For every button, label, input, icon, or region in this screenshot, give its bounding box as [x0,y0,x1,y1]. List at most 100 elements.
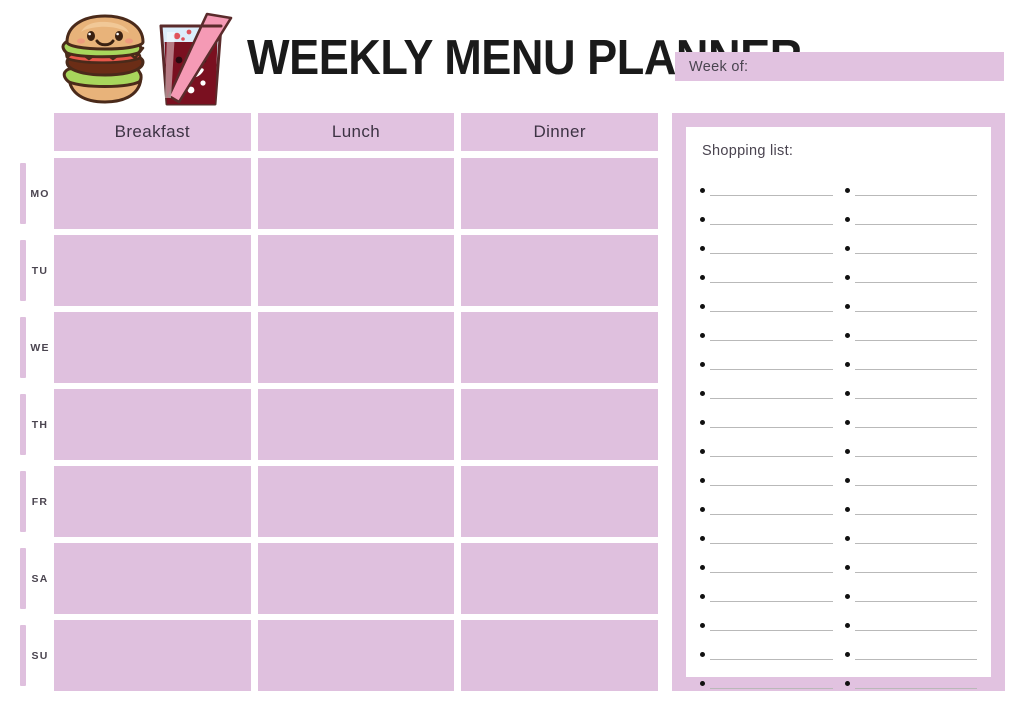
shopping-list-item-right-13[interactable] [844,515,977,544]
column-header-lunch: Lunch [257,113,455,151]
shopping-list-item-left-18[interactable] [700,660,833,689]
shopping-list-item-left-8[interactable] [700,370,833,399]
burger-and-drink-icon [61,12,233,106]
bullet-icon [844,681,850,686]
shopping-list-item-right-8[interactable] [844,370,977,399]
cell-we-lunch[interactable] [257,312,455,383]
bullet-icon [700,188,705,193]
cell-tu-lunch[interactable] [257,235,455,306]
cell-fr-breakfast[interactable] [54,466,251,537]
shopping-list-item-left-6[interactable] [700,312,833,341]
cell-th-lunch[interactable] [257,389,455,460]
cell-sa-breakfast[interactable] [54,543,251,614]
cell-sa-lunch[interactable] [257,543,455,614]
bullet-icon [844,565,850,570]
shopping-list-item-right-12[interactable] [844,486,977,515]
shopping-list-write-line[interactable] [710,688,833,689]
shopping-list-item-right-5[interactable] [844,283,977,312]
bullet-icon [844,391,850,396]
planner-row-mo: MO [18,158,659,229]
shopping-list-column-left [700,167,833,689]
shopping-list-item-left-10[interactable] [700,428,833,457]
shopping-list-item-left-5[interactable] [700,283,833,312]
shopping-list-item-right-7[interactable] [844,341,977,370]
shopping-list-item-right-2[interactable] [844,196,977,225]
day-label-we: WE [30,341,50,354]
shopping-list-item-left-2[interactable] [700,196,833,225]
cell-su-lunch[interactable] [257,620,455,691]
shopping-list-item-left-11[interactable] [700,457,833,486]
shopping-list-item-left-12[interactable] [700,486,833,515]
mascot-illustration [55,12,245,107]
column-header-dinner: Dinner [461,113,659,151]
bullet-icon [844,652,850,657]
cell-fr-lunch[interactable] [257,466,455,537]
shopping-list-item-left-7[interactable] [700,341,833,370]
bullet-icon [844,478,850,483]
shopping-list-item-left-9[interactable] [700,399,833,428]
shopping-list-item-right-4[interactable] [844,254,977,283]
week-of-label: Week of: [689,58,749,75]
bullet-icon [700,420,705,425]
cell-mo-dinner[interactable] [461,158,659,229]
bullet-icon [700,217,705,222]
planner-row-sa: SA [18,543,659,614]
bullet-icon [844,188,850,193]
shopping-list-column-right [844,167,977,689]
cell-we-breakfast[interactable] [54,312,251,383]
cell-mo-breakfast[interactable] [54,158,251,229]
cell-we-dinner[interactable] [461,312,659,383]
shopping-list-item-right-10[interactable] [844,428,977,457]
shopping-list-item-right-6[interactable] [844,312,977,341]
day-label-mo: MO [30,187,50,200]
shopping-list-item-left-15[interactable] [700,573,833,602]
bullet-icon [700,246,705,251]
bullet-icon [700,623,705,628]
bullet-icon [700,449,705,454]
bullet-icon [844,420,850,425]
cell-su-breakfast[interactable] [54,620,251,691]
shopping-list-inner: Shopping list: [686,127,991,689]
cell-su-dinner[interactable] [461,620,659,691]
bullet-icon [700,652,705,657]
bullet-icon [844,275,850,280]
shopping-list-item-right-18[interactable] [844,660,977,689]
cell-sa-dinner[interactable] [461,543,659,614]
bullet-icon [844,594,850,599]
shopping-list-item-right-15[interactable] [844,573,977,602]
bullet-icon [700,391,705,396]
bullet-icon [700,478,705,483]
shopping-list-write-line[interactable] [854,688,977,689]
week-of-field[interactable]: Week of: [675,52,1004,81]
bullet-icon [700,507,705,512]
column-header-breakfast: Breakfast [54,113,251,151]
bullet-icon [844,623,850,628]
shopping-list-item-right-11[interactable] [844,457,977,486]
cell-th-breakfast[interactable] [54,389,251,460]
bullet-icon [700,536,705,541]
day-label-su: SU [31,649,49,662]
shopping-list-columns [700,167,977,689]
bullet-icon [844,507,850,512]
cell-tu-breakfast[interactable] [54,235,251,306]
shopping-list-item-right-16[interactable] [844,602,977,631]
shopping-list-item-left-16[interactable] [700,602,833,631]
shopping-list-item-left-3[interactable] [700,225,833,254]
shopping-list-item-left-1[interactable] [700,167,833,196]
shopping-list-item-right-9[interactable] [844,399,977,428]
shopping-list-item-left-4[interactable] [700,254,833,283]
cell-th-dinner[interactable] [461,389,659,460]
shopping-list-item-right-17[interactable] [844,631,977,660]
cell-fr-dinner[interactable] [461,466,659,537]
bullet-icon [700,275,705,280]
shopping-list-item-left-13[interactable] [700,515,833,544]
cell-tu-dinner[interactable] [461,235,659,306]
shopping-list-item-right-1[interactable] [844,167,977,196]
bullet-icon [700,362,705,367]
cell-mo-lunch[interactable] [257,158,455,229]
shopping-list-item-right-14[interactable] [844,544,977,573]
bullet-icon [700,304,705,309]
shopping-list-item-right-3[interactable] [844,225,977,254]
shopping-list-item-left-14[interactable] [700,544,833,573]
shopping-list-item-left-17[interactable] [700,631,833,660]
